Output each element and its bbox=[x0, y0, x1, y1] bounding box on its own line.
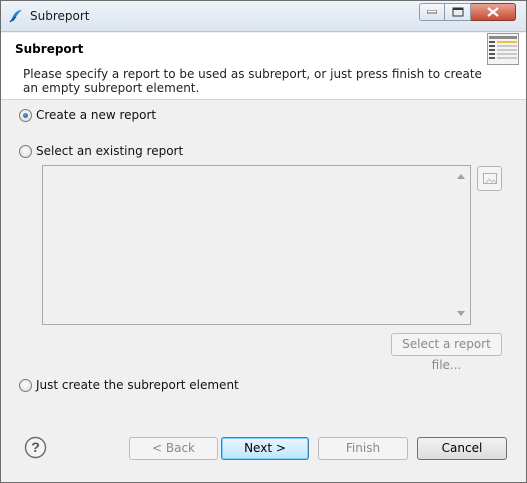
radio-button[interactable] bbox=[19, 378, 32, 392]
select-report-file-button[interactable]: Select a report file... bbox=[391, 333, 502, 372]
radio-label: Select an existing report bbox=[36, 144, 184, 158]
list-scrollbar[interactable] bbox=[453, 166, 470, 324]
svg-text:?: ? bbox=[31, 439, 40, 455]
report-preview-icon bbox=[483, 173, 497, 184]
back-button[interactable]: < Back bbox=[129, 437, 218, 460]
finish-button[interactable]: Finish bbox=[318, 437, 408, 460]
title-bar[interactable]: Subreport bbox=[1, 1, 526, 32]
minimize-icon bbox=[427, 10, 437, 14]
radio-just-create-element[interactable]: Just create the subreport element bbox=[19, 377, 239, 393]
app-logo-icon bbox=[8, 8, 24, 24]
preview-report-button[interactable] bbox=[477, 166, 502, 191]
next-button[interactable]: Next > bbox=[221, 437, 309, 460]
subreport-dialog: Subreport Subreport Please specify a rep… bbox=[0, 0, 527, 483]
page-title: Subreport bbox=[15, 42, 84, 56]
maximize-icon bbox=[452, 7, 463, 17]
radio-button-checked[interactable] bbox=[19, 108, 32, 122]
help-icon[interactable]: ? bbox=[24, 436, 47, 459]
radio-select-existing-report[interactable]: Select an existing report bbox=[19, 143, 183, 159]
radio-button[interactable] bbox=[19, 144, 32, 158]
radio-label: Just create the subreport element bbox=[36, 378, 239, 392]
existing-report-list[interactable] bbox=[42, 165, 471, 325]
maximize-button[interactable] bbox=[445, 3, 471, 21]
window-title: Subreport bbox=[30, 9, 90, 23]
minimize-button[interactable] bbox=[419, 3, 445, 21]
page-description: Please specify a report to be used as su… bbox=[23, 67, 482, 95]
scroll-up-icon[interactable] bbox=[457, 173, 465, 179]
wizard-header: Subreport Please specify a report to be … bbox=[1, 33, 526, 100]
close-icon bbox=[487, 7, 499, 17]
close-button[interactable] bbox=[471, 3, 516, 21]
radio-create-new-report[interactable]: Create a new report bbox=[19, 107, 156, 123]
radio-label: Create a new report bbox=[36, 108, 157, 122]
scroll-down-icon[interactable] bbox=[457, 311, 465, 317]
cancel-button[interactable]: Cancel bbox=[417, 437, 507, 460]
report-layout-icon bbox=[487, 33, 519, 65]
